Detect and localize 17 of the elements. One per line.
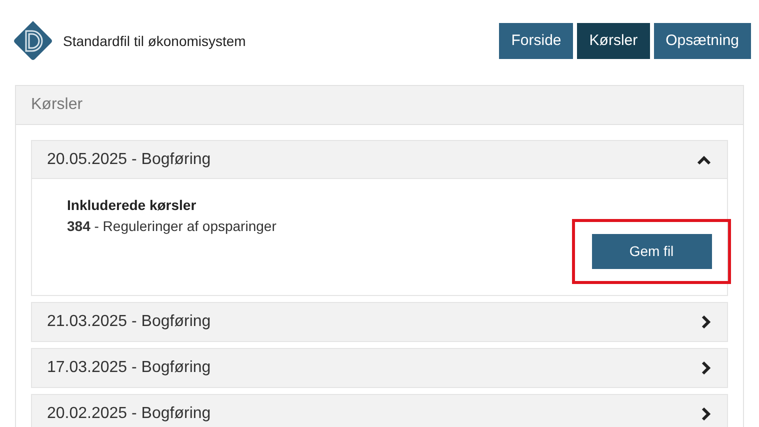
nav-tab[interactable]: Forside — [499, 23, 574, 59]
included-run: 384 - Reguleringer af opsparinger — [67, 217, 278, 236]
chevron-right-icon — [701, 407, 711, 421]
run-header[interactable]: 17.03.2025 - Bogføring — [32, 349, 727, 387]
run-header[interactable]: 20.05.2025 - Bogføring — [32, 141, 727, 179]
run-header[interactable]: 21.03.2025 - Bogføring — [32, 303, 727, 341]
logo-icon — [13, 20, 53, 62]
included-heading: Inkluderede kørsler — [67, 196, 198, 215]
run-header[interactable]: 20.02.2025 - Bogføring — [32, 395, 727, 427]
save-file-button[interactable]: Gem fil — [592, 234, 712, 269]
chevron-right-icon — [701, 315, 711, 329]
nav-tab[interactable]: Kørsler — [577, 23, 650, 59]
nav-tab[interactable]: Opsætning — [654, 23, 751, 59]
chevron-right-icon — [701, 361, 711, 375]
chevron-up-icon — [697, 154, 711, 164]
panel-title: Kørsler — [31, 95, 83, 115]
app-title: Standardfil til økonomisystem — [63, 32, 246, 51]
